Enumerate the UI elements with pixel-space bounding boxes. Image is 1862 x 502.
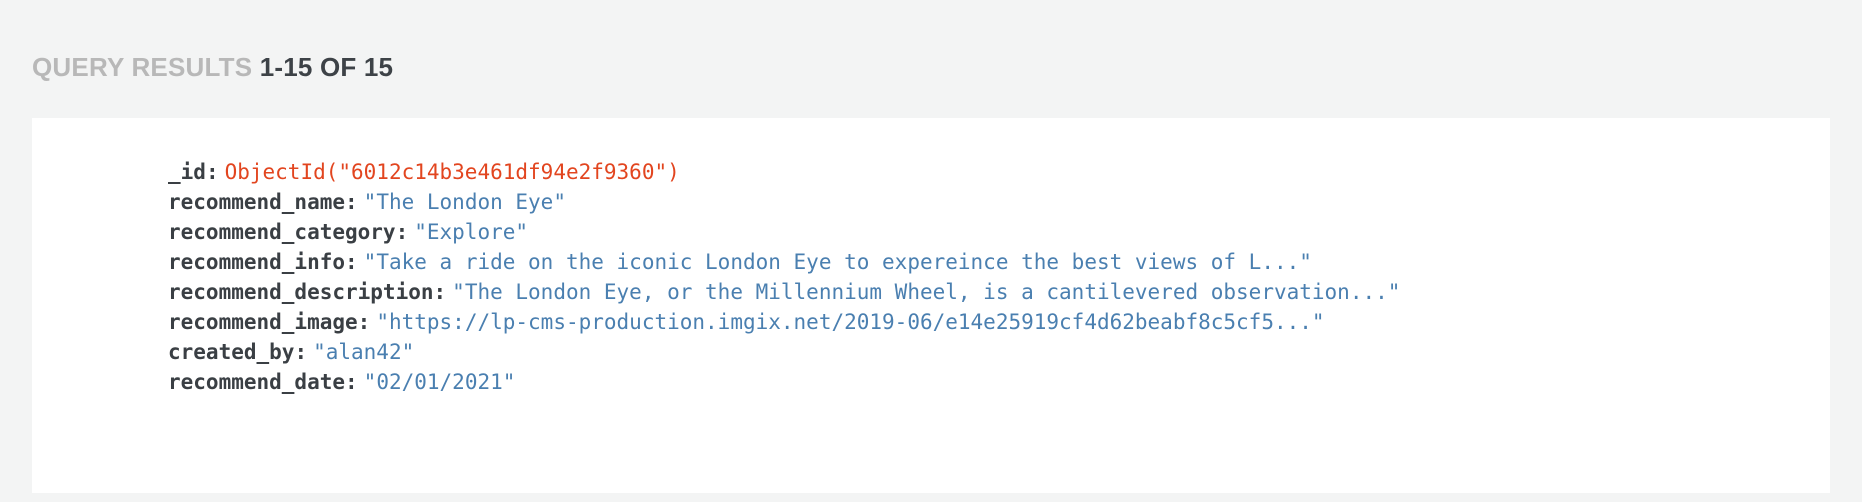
field-row-recommend-name[interactable]: recommend_name: "The London Eye" (168, 187, 1400, 217)
field-key: recommend_date (168, 370, 346, 394)
field-value: "The London Eye, or the Millennium Wheel… (452, 280, 1401, 304)
field-row-recommend-info[interactable]: recommend_info: "Take a ride on the iconi… (168, 247, 1400, 277)
query-results-label: QUERY RESULTS (32, 52, 253, 82)
field-row-created-by[interactable]: created_by: "alan42" (168, 337, 1400, 367)
field-key: recommend_image (168, 310, 358, 334)
field-value: "alan42" (313, 340, 415, 364)
query-results-header: QUERY RESULTS 1-15 OF 15 (32, 49, 393, 85)
field-value: "The London Eye" (363, 190, 566, 214)
field-row-recommend-category[interactable]: recommend_category: "Explore" (168, 217, 1400, 247)
field-row-recommend-description[interactable]: recommend_description: "The London Eye, o… (168, 277, 1400, 307)
field-row-recommend-date[interactable]: recommend_date: "02/01/2021" (168, 367, 1400, 397)
field-key: recommend_name (168, 190, 346, 214)
field-value: "https://lp-cms-production.imgix.net/201… (376, 310, 1325, 334)
field-value: "Explore" (414, 220, 529, 244)
field-key: _id (168, 160, 206, 184)
field-value: "02/01/2021" (363, 370, 516, 394)
field-key: recommend_category (168, 220, 396, 244)
field-value: ObjectId("6012c14b3e461df94e2f9360") (224, 160, 680, 184)
field-value: "Take a ride on the iconic London Eye to… (363, 250, 1312, 274)
field-key: recommend_description (168, 280, 434, 304)
field-key: created_by (168, 340, 295, 364)
query-results-range: 1-15 OF 15 (259, 52, 394, 82)
document-card[interactable]: _id: ObjectId("6012c14b3e461df94e2f9360")… (32, 118, 1830, 493)
field-row-recommend-image[interactable]: recommend_image: "https://lp-cms-producti… (168, 307, 1400, 337)
document-fields: _id: ObjectId("6012c14b3e461df94e2f9360")… (168, 157, 1400, 397)
field-row-id[interactable]: _id: ObjectId("6012c14b3e461df94e2f9360") (168, 157, 1400, 187)
field-key: recommend_info (168, 250, 346, 274)
